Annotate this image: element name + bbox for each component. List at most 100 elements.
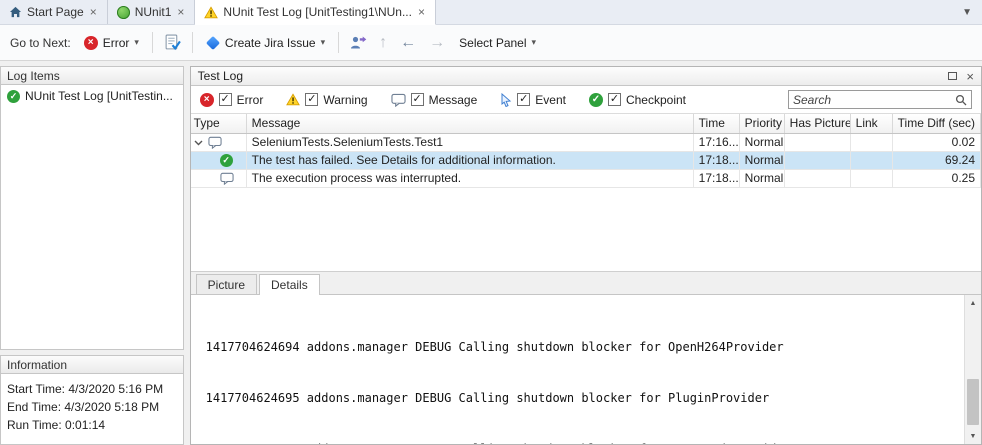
table-row-selected[interactable]: ✓ The test has failed. See Details for a… <box>191 152 981 170</box>
test-log-title: Test Log <box>198 69 243 83</box>
tab-start-page[interactable]: Start Page × <box>0 0 108 24</box>
column-header-type[interactable]: Type <box>191 114 247 133</box>
column-header-message[interactable]: Message <box>247 114 694 133</box>
row-message: The execution process was interrupted. <box>247 170 694 187</box>
attach-to-jira-button[interactable] <box>346 32 371 54</box>
row-time-diff: 0.02 <box>893 134 981 151</box>
log-item-label: NUnit Test Log [UnitTestin... <box>25 89 173 103</box>
filter-checkpoint: ✓ Checkpoint <box>589 93 686 107</box>
row-time: 17:16... <box>694 134 740 151</box>
compare-checklist-button[interactable] <box>160 31 185 54</box>
close-icon[interactable]: × <box>966 70 974 83</box>
details-line: 1417704624694 addons.manager DEBUG Calli… <box>206 339 958 356</box>
filter-warning: Warning <box>286 93 367 107</box>
filter-warning-label: Warning <box>323 93 367 107</box>
row-message: SeleniumTests.SeleniumTests.Test1 <box>247 134 694 151</box>
tab-label: NUnit Test Log [UnitTesting1\NUn... <box>223 5 412 19</box>
tab-details[interactable]: Details <box>259 274 320 295</box>
log-table-header: Type Message Time Priority Has Picture L… <box>191 114 981 134</box>
checkpoint-icon: ✓ <box>589 93 603 107</box>
information-title: Information <box>7 358 67 372</box>
person-arrow-icon <box>350 35 367 51</box>
log-item-nunit-test-log[interactable]: ✓ NUnit Test Log [UnitTestin... <box>1 85 183 105</box>
error-icon: × <box>84 36 98 50</box>
column-header-has-picture[interactable]: Has Picture <box>785 114 851 133</box>
checkpoint-checkbox[interactable] <box>608 93 621 106</box>
close-icon[interactable]: × <box>417 6 426 18</box>
home-icon <box>9 6 22 18</box>
warning-icon <box>286 93 300 106</box>
workspace: Log Items ✓ NUnit Test Log [UnitTestin..… <box>0 61 982 445</box>
back-arrow-button[interactable]: ← <box>395 34 421 52</box>
chevron-down-icon: ▾ <box>134 37 139 48</box>
event-checkbox[interactable] <box>517 93 530 106</box>
details-line: 1417704624695 addons.manager DEBUG Calli… <box>206 390 958 407</box>
main-toolbar: Go to Next: × Error ▾ Create Jira Issue … <box>0 25 982 61</box>
filter-event: Event <box>500 93 566 107</box>
message-icon <box>391 93 406 107</box>
filter-error-label: Error <box>237 93 264 107</box>
filter-event-label: Event <box>535 93 566 107</box>
column-header-time-diff[interactable]: Time Diff (sec) <box>893 114 981 133</box>
checkpoint-icon: ✓ <box>220 154 233 167</box>
row-link <box>851 170 893 187</box>
tab-nunit-test-log[interactable]: NUnit Test Log [UnitTesting1\NUn... × <box>195 0 436 25</box>
event-cursor-icon <box>500 93 512 107</box>
log-items-panel-header[interactable]: Log Items <box>0 66 184 85</box>
create-jira-issue-button[interactable]: Create Jira Issue ▾ <box>200 32 331 54</box>
scroll-up-icon[interactable]: ▲ <box>965 295 981 311</box>
row-has-picture <box>785 170 851 187</box>
test-log-icon <box>204 6 218 19</box>
row-link <box>851 152 893 169</box>
toolbar-separator <box>192 32 193 53</box>
row-message: The test has failed. See Details for add… <box>247 152 694 169</box>
tab-picture[interactable]: Picture <box>196 274 257 294</box>
go-to-next-label: Go to Next: <box>6 36 75 50</box>
go-to-next-error-button[interactable]: × Error ▾ <box>78 32 145 54</box>
search-icon[interactable] <box>955 94 967 106</box>
error-checkbox[interactable] <box>219 93 232 106</box>
filter-message-label: Message <box>429 93 478 107</box>
app-window: Start Page × NUnit1 × NUnit Test Log [Un… <box>0 0 982 445</box>
warning-checkbox[interactable] <box>305 93 318 106</box>
tab-nunit1[interactable]: NUnit1 × <box>108 0 196 24</box>
nunit-project-icon <box>117 6 130 19</box>
details-pane: 1417704624694 addons.manager DEBUG Calli… <box>191 294 981 444</box>
scroll-down-icon[interactable]: ▼ <box>965 428 981 444</box>
checkpoint-icon: ✓ <box>7 90 20 103</box>
information-panel: Information Start Time: 4/3/2020 5:16 PM… <box>0 355 184 445</box>
forward-arrow-button[interactable]: → <box>424 34 450 52</box>
error-button-label: Error <box>103 36 130 50</box>
information-panel-header[interactable]: Information <box>0 355 184 374</box>
vertical-scrollbar[interactable]: ▲ ▼ <box>964 295 981 444</box>
message-checkbox[interactable] <box>411 93 424 106</box>
checklist-icon <box>164 34 181 51</box>
column-header-time[interactable]: Time <box>694 114 740 133</box>
filter-checkpoint-label: Checkpoint <box>626 93 686 107</box>
tab-list-dropdown-icon[interactable]: ▼ <box>952 7 982 18</box>
test-log-panel-header[interactable]: Test Log × <box>191 67 981 86</box>
select-panel-button[interactable]: Select Panel ▾ <box>453 32 542 54</box>
table-row[interactable]: The execution process was interrupted. 1… <box>191 170 981 188</box>
search-input[interactable] <box>793 93 955 107</box>
up-arrow-button[interactable]: ↑ <box>374 34 392 52</box>
document-tab-bar: Start Page × NUnit1 × NUnit Test Log [Un… <box>0 0 982 25</box>
row-time: 17:18... <box>694 152 740 169</box>
close-icon[interactable]: × <box>176 6 185 18</box>
row-priority: Normal <box>740 170 785 187</box>
details-log-text[interactable]: 1417704624694 addons.manager DEBUG Calli… <box>191 295 964 444</box>
message-icon <box>220 172 234 185</box>
message-icon <box>208 136 222 149</box>
column-header-priority[interactable]: Priority <box>740 114 785 133</box>
table-row[interactable]: SeleniumTests.SeleniumTests.Test1 17:16.… <box>191 134 981 152</box>
row-priority: Normal <box>740 134 785 151</box>
column-header-link[interactable]: Link <box>851 114 893 133</box>
select-panel-label: Select Panel <box>459 36 526 50</box>
scrollbar-thumb[interactable] <box>967 379 979 425</box>
chevron-down-icon[interactable] <box>194 140 203 146</box>
maximize-icon[interactable] <box>948 72 957 80</box>
close-icon[interactable]: × <box>89 6 98 18</box>
log-items-list: ✓ NUnit Test Log [UnitTestin... <box>0 85 184 350</box>
scrollbar-track[interactable] <box>965 311 981 428</box>
chevron-down-icon: ▾ <box>532 37 537 48</box>
